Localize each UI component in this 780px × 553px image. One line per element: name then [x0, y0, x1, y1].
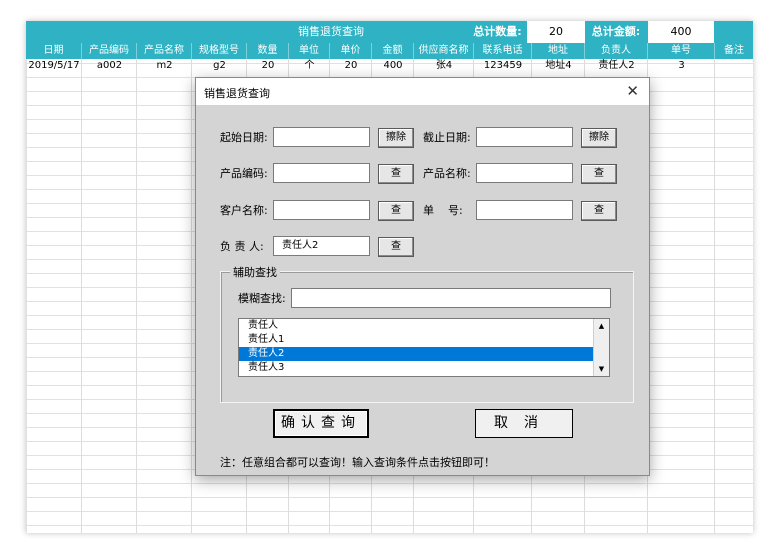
search-customer-button[interactable]: 查: [378, 201, 414, 221]
query-dialog: 销售退货查询 ✕ 起始日期: 擦除 截止日期: 擦除 产品编码: 查 产品名称:…: [195, 77, 650, 476]
data-cell[interactable]: g2: [192, 59, 247, 73]
confirm-query-button[interactable]: 确认查询: [273, 409, 369, 438]
product-code-input[interactable]: [273, 163, 370, 183]
list-item-selected[interactable]: 责任人2: [239, 347, 609, 361]
search-product-code-button[interactable]: 查: [378, 164, 414, 184]
list-item[interactable]: 责任人1: [239, 333, 609, 347]
search-owner-button[interactable]: 查: [378, 237, 414, 257]
order-no-input[interactable]: [476, 200, 573, 220]
scroll-up-icon[interactable]: ▲: [594, 319, 609, 333]
start-date-label: 起始日期:: [220, 131, 268, 144]
search-product-name-button[interactable]: 查: [581, 164, 617, 184]
product-name-label: 产品名称:: [423, 167, 471, 180]
total-amount-label: 总计金额:: [591, 25, 641, 38]
data-cell[interactable]: 地址4: [532, 59, 585, 73]
data-cell[interactable]: 20: [330, 59, 372, 73]
data-cell[interactable]: 123459: [474, 59, 532, 73]
header-cell[interactable]: 单位: [289, 43, 330, 59]
customer-label: 客户名称:: [220, 204, 268, 217]
data-cell[interactable]: m2: [137, 59, 192, 73]
header-cell[interactable]: 单号: [648, 43, 715, 59]
header-cell[interactable]: 单价: [330, 43, 372, 59]
sheet-title-row: 销售退货查询 总计数量: 20 总计金额: 400: [26, 21, 753, 43]
scroll-down-icon[interactable]: ▼: [594, 362, 609, 376]
start-date-input[interactable]: [273, 127, 370, 147]
header-cell[interactable]: 地址: [532, 43, 585, 59]
header-cell[interactable]: 产品编码: [82, 43, 137, 59]
data-cell[interactable]: 3: [648, 59, 715, 73]
end-date-input[interactable]: [476, 127, 573, 147]
owner-listbox[interactable]: 责任人 责任人1 责任人2 责任人3 ▲ ▼: [238, 318, 610, 377]
owner-input[interactable]: 责任人2: [273, 236, 370, 256]
listbox-scrollbar[interactable]: ▲ ▼: [593, 319, 609, 376]
list-item[interactable]: 责任人3: [239, 361, 609, 375]
dialog-titlebar[interactable]: 销售退货查询 ✕: [196, 78, 649, 105]
fuzzy-search-label: 模糊查找:: [238, 292, 286, 305]
owner-label: 负 责 人:: [220, 240, 264, 253]
header-cell[interactable]: 产品名称: [137, 43, 192, 59]
header-cell[interactable]: 供应商名称: [414, 43, 474, 59]
order-no-label: 单 号:: [423, 204, 463, 217]
total-qty-label: 总计数量:: [473, 25, 522, 38]
product-code-label: 产品编码:: [220, 167, 268, 180]
data-cell[interactable]: 张4: [414, 59, 474, 73]
header-cell[interactable]: 日期: [26, 43, 82, 59]
data-cell[interactable]: a002: [82, 59, 137, 73]
data-cell[interactable]: 个: [289, 59, 330, 73]
data-cell[interactable]: [715, 59, 753, 73]
customer-input[interactable]: [273, 200, 370, 220]
fuzzy-search-input[interactable]: [291, 288, 611, 308]
search-order-no-button[interactable]: 查: [581, 201, 617, 221]
list-item[interactable]: 责任人: [239, 319, 609, 333]
data-cell[interactable]: 400: [372, 59, 414, 73]
total-qty-value[interactable]: 20: [527, 21, 585, 43]
sheet-title: 销售退货查询: [298, 25, 364, 38]
clear-start-date-button[interactable]: 擦除: [378, 128, 414, 148]
data-cell[interactable]: 责任人2: [585, 59, 648, 73]
header-cell[interactable]: 联系电话: [474, 43, 532, 59]
cancel-button[interactable]: 取消: [475, 409, 573, 438]
close-icon[interactable]: ✕: [626, 82, 639, 100]
header-cell[interactable]: 金额: [372, 43, 414, 59]
header-row: 日期 产品编码 产品名称 规格型号 数量 单位 单价 金额 供应商名称 联系电话…: [26, 43, 753, 59]
header-cell[interactable]: 数量: [247, 43, 289, 59]
group-title: 辅助查找: [230, 264, 280, 280]
table-row: 2019/5/17 a002 m2 g2 20 个 20 400 张4 1234…: [26, 59, 753, 73]
header-cell[interactable]: 规格型号: [192, 43, 247, 59]
data-cell[interactable]: 2019/5/17: [26, 59, 82, 73]
dialog-title: 销售退货查询: [204, 87, 270, 100]
data-cell[interactable]: 20: [247, 59, 289, 73]
clear-end-date-button[interactable]: 擦除: [581, 128, 617, 148]
hint-note: 注：任意组合都可以查询！输入查询条件点击按钮即可！: [220, 456, 495, 469]
total-amount-value[interactable]: 400: [648, 21, 714, 43]
product-name-input[interactable]: [476, 163, 573, 183]
header-cell[interactable]: 备注: [715, 43, 753, 59]
end-date-label: 截止日期:: [423, 131, 471, 144]
header-cell[interactable]: 负责人: [585, 43, 648, 59]
